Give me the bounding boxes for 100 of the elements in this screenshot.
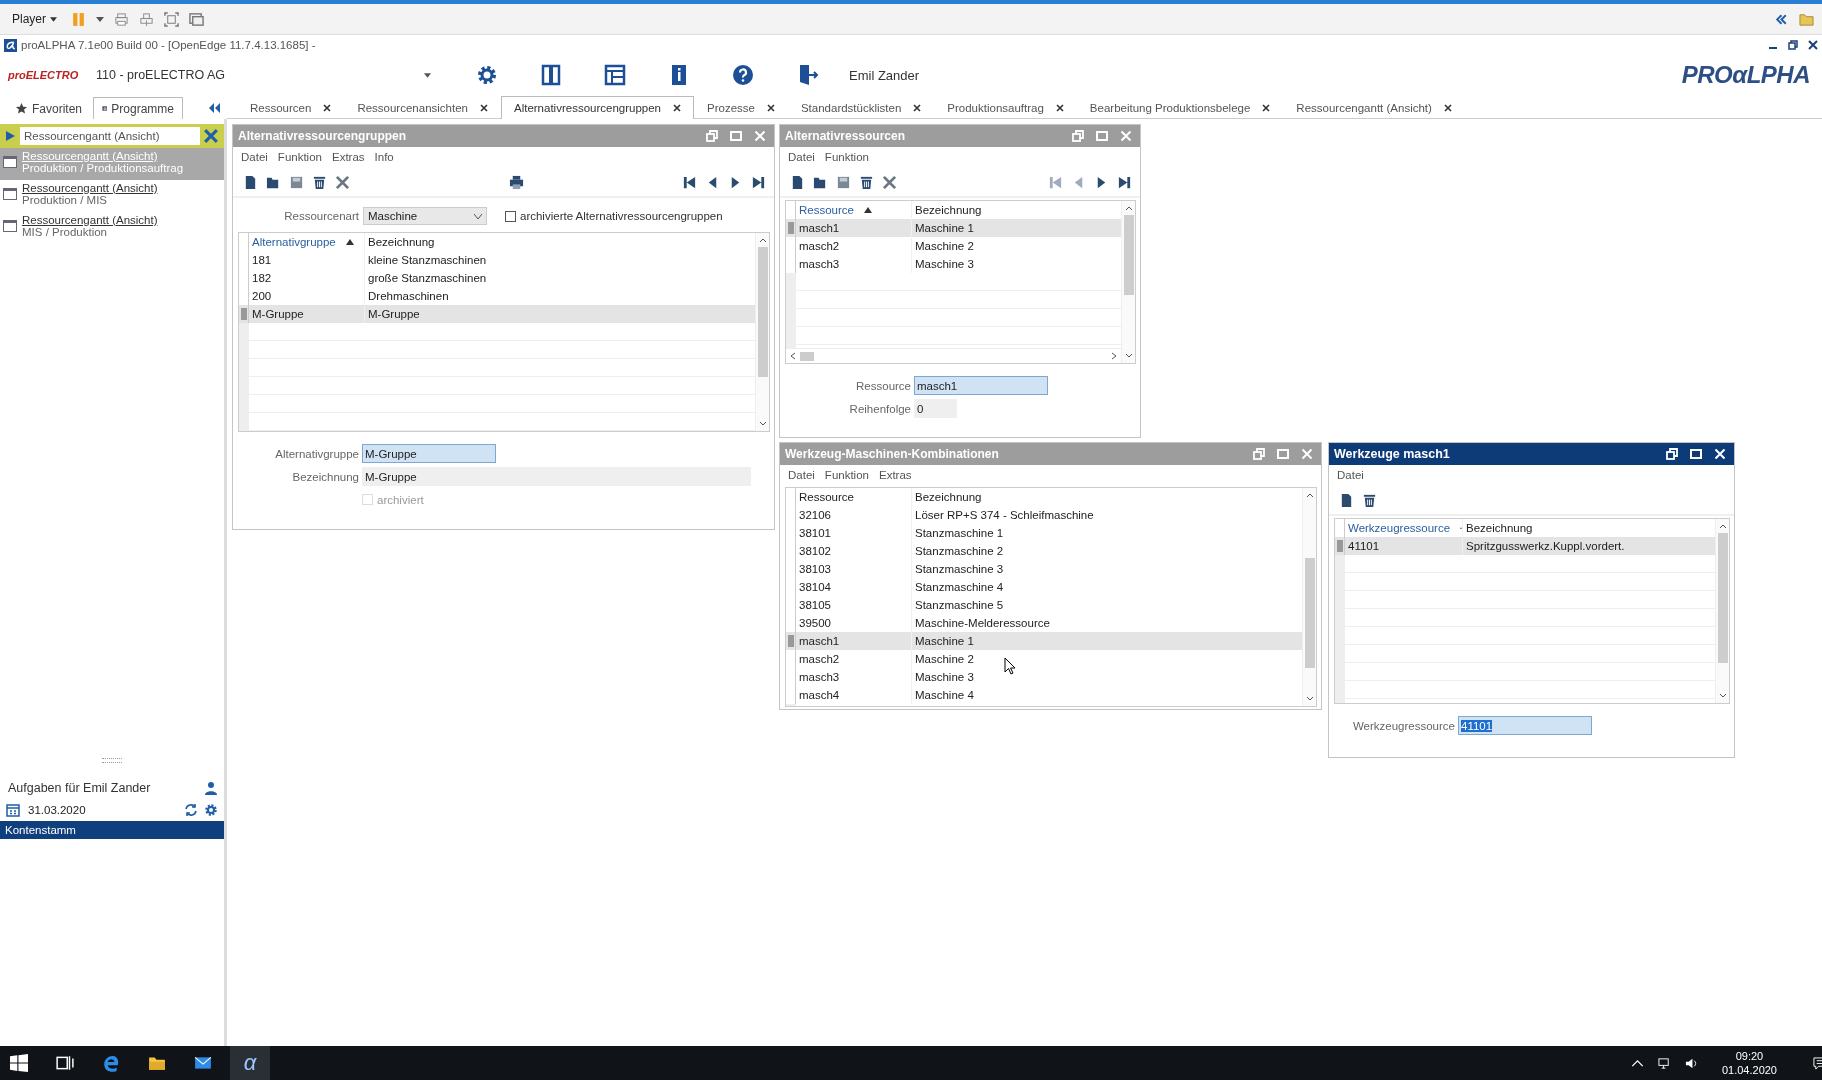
document-tab[interactable]: Prozesse: [694, 96, 788, 118]
input-field[interactable]: 41101: [1458, 716, 1592, 735]
scroll-down-icon[interactable]: [1124, 353, 1133, 359]
document-icon[interactable]: [243, 174, 258, 190]
resource-type-dropdown[interactable]: Maschine: [363, 207, 487, 225]
task-view-icon[interactable]: [56, 1054, 74, 1072]
document-tab[interactable]: Ressourcengantt (Ansicht): [1283, 96, 1465, 118]
table-row[interactable]: 38104 Stanzmaschine 4: [786, 578, 1302, 596]
search-field[interactable]: Ressourcengantt (Ansicht): [20, 127, 200, 145]
mail-icon[interactable]: [194, 1054, 212, 1072]
save-icon[interactable]: [836, 174, 851, 190]
collapse-icon[interactable]: [207, 101, 221, 115]
result-item[interactable]: Ressourcengantt (Ansicht) MIS / Produktion: [0, 212, 224, 244]
column-header[interactable]: Bezeichnung: [365, 233, 435, 251]
help-icon[interactable]: [731, 63, 755, 87]
vertical-scrollbar[interactable]: [1302, 488, 1316, 706]
table-row[interactable]: masch2 Maschine 2: [786, 650, 1302, 668]
menu-item[interactable]: Funktion: [824, 469, 869, 485]
skip-first-icon[interactable]: [682, 174, 697, 190]
table-row[interactable]: masch3 Maschine 3: [786, 668, 1302, 686]
close-icon[interactable]: [1262, 103, 1271, 112]
save-icon[interactable]: [289, 174, 304, 190]
table-row[interactable]: 38103 Stanzmaschine 3: [786, 560, 1302, 578]
document-tab[interactable]: Produktionsauftrag: [934, 96, 1077, 118]
menu-item[interactable]: Funktion: [824, 151, 869, 167]
input-field[interactable]: M-Gruppe: [362, 444, 496, 463]
input-field[interactable]: masch1: [914, 376, 1048, 395]
player-menu[interactable]: Player: [8, 10, 61, 28]
sidebar-tab[interactable]: Favoriten: [6, 97, 92, 119]
menu-item[interactable]: Funktion: [277, 151, 322, 167]
document-tab[interactable]: Standardstücklisten: [787, 96, 935, 118]
task-item[interactable]: Kontenstamm: [0, 821, 224, 839]
close-icon[interactable]: [479, 103, 488, 112]
maximize-icon[interactable]: [1690, 448, 1702, 460]
folder-icon[interactable]: [148, 1054, 166, 1072]
table-row[interactable]: 182 große Stanzmaschinen: [239, 269, 755, 287]
start-icon[interactable]: [10, 1054, 28, 1072]
scroll-down-icon[interactable]: [1718, 693, 1727, 699]
scrollbar-thumb[interactable]: [1123, 215, 1134, 295]
person-icon[interactable]: [204, 781, 218, 795]
table-row[interactable]: M-Gruppe M-Gruppe: [239, 305, 755, 323]
window-title-bar[interactable]: Werkzeuge masch1: [1329, 443, 1734, 465]
panel-icon[interactable]: [539, 63, 563, 87]
printer-icon[interactable]: [508, 174, 524, 190]
close-icon[interactable]: [913, 103, 922, 112]
close-icon[interactable]: [323, 103, 332, 112]
table-row[interactable]: 181 kleine Stanzmaschinen: [239, 251, 755, 269]
vertical-scrollbar[interactable]: [1121, 201, 1135, 363]
scrollbar-thumb[interactable]: [800, 351, 814, 361]
table-row[interactable]: masch1 Maschine 1: [786, 632, 1302, 650]
scroll-up-icon[interactable]: [1124, 205, 1133, 211]
column-header[interactable]: Bezeichnung: [1463, 519, 1533, 537]
menu-item[interactable]: Info: [374, 151, 394, 167]
skip-last-icon[interactable]: [1117, 174, 1132, 190]
refresh-icon[interactable]: [184, 803, 198, 817]
document-icon[interactable]: [790, 174, 805, 190]
document-tab[interactable]: Ressourcenansichten: [344, 96, 501, 118]
table-row[interactable]: masch2 Maschine 2: [786, 237, 1121, 255]
scrollbar-thumb[interactable]: [757, 247, 768, 377]
menu-item[interactable]: Extras: [331, 151, 365, 167]
run-icon[interactable]: [4, 130, 16, 142]
result-item[interactable]: Ressourcengantt (Ansicht) Produktion / MIS: [0, 180, 224, 212]
scroll-down-icon[interactable]: [1305, 696, 1314, 702]
scrollbar-thumb[interactable]: [1717, 533, 1728, 663]
scrollbar-thumb[interactable]: [1304, 558, 1315, 668]
table-row[interactable]: 38101 Stanzmaschine 1: [786, 524, 1302, 542]
close-icon[interactable]: [1808, 40, 1818, 50]
fit-screen-icon[interactable]: [164, 11, 179, 27]
settings-icon[interactable]: [204, 803, 218, 817]
document-tab[interactable]: Ressourcen: [237, 96, 345, 118]
vertical-scrollbar[interactable]: [1715, 519, 1729, 703]
table-row[interactable]: masch4 Maschine 4: [786, 686, 1302, 704]
scroll-up-icon[interactable]: [758, 237, 767, 243]
app-button[interactable]: α: [230, 1046, 270, 1080]
table-row[interactable]: 38105 Stanzmaschine 5: [786, 596, 1302, 614]
cross-icon[interactable]: [882, 174, 897, 190]
column-header[interactable]: Alternativgruppe: [249, 233, 365, 251]
restore-icon[interactable]: [1666, 448, 1678, 460]
close-icon[interactable]: [673, 104, 681, 112]
table-row[interactable]: masch1 Maschine 1: [786, 219, 1121, 237]
table-row[interactable]: masch3 Maschine 3: [786, 255, 1121, 273]
cross-icon[interactable]: [335, 174, 350, 190]
document-icon[interactable]: [1339, 492, 1354, 508]
trash-icon[interactable]: [1362, 492, 1377, 508]
caret-icon[interactable]: [96, 16, 104, 22]
scroll-down-icon[interactable]: [758, 421, 767, 427]
menu-item[interactable]: Datei: [788, 151, 815, 167]
settings-icon[interactable]: [475, 63, 499, 87]
menu-item[interactable]: Datei: [241, 151, 268, 167]
clear-icon[interactable]: [204, 129, 218, 143]
company-select[interactable]: 110 - proELECTRO AG: [90, 64, 437, 86]
trash-icon[interactable]: [312, 174, 327, 190]
browser-icon[interactable]: [102, 1054, 120, 1072]
table-row[interactable]: 32106 Löser RP+S 374 - Schleifmaschine: [786, 506, 1302, 524]
scroll-up-icon[interactable]: [1305, 492, 1314, 498]
column-header[interactable]: Ressource: [796, 488, 912, 506]
close-icon[interactable]: [1443, 103, 1452, 112]
skip-last-icon[interactable]: [751, 174, 766, 190]
table-row[interactable]: 41101 Spritzgusswerkz.Kuppl.vordert.: [1335, 537, 1715, 555]
sidebar-tab[interactable]: Programme: [93, 97, 184, 119]
